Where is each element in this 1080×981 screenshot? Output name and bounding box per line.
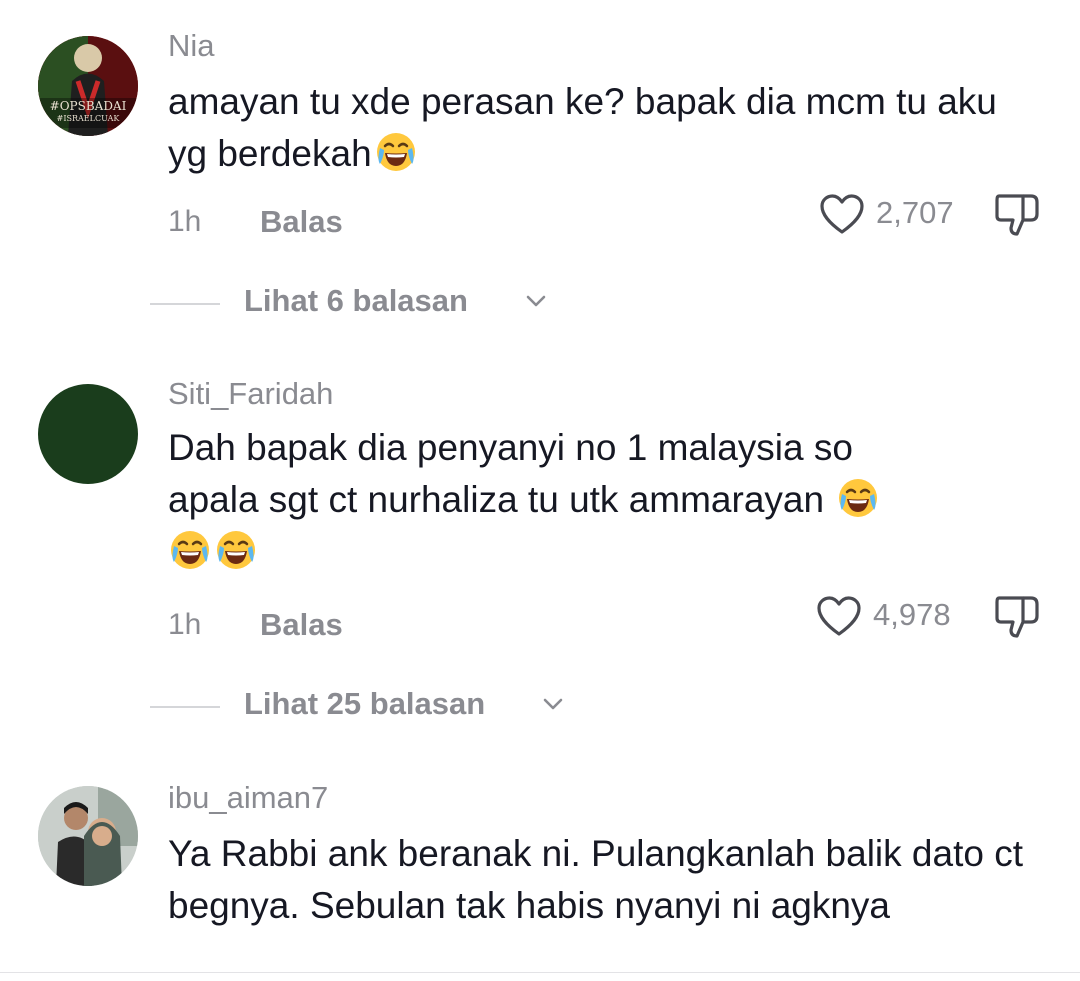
comment-text: Dah bapak dia penyanyi no 1 malaysia so … [168, 422, 1028, 578]
avatar[interactable] [38, 786, 138, 886]
comment-username[interactable]: ibu_aiman7 [168, 780, 328, 816]
comment-item: ibu_aiman7 Ya Rabbi ank beranak ni. Pula… [0, 740, 1080, 981]
comment-time: 1h [168, 205, 202, 238]
like-count: 4,978 [873, 597, 951, 632]
reply-button[interactable]: Balas [260, 204, 343, 240]
like-count: 2,707 [876, 195, 954, 230]
heart-outline-icon[interactable] [818, 192, 866, 236]
view-replies-label[interactable]: Lihat 25 balasan [244, 686, 485, 722]
view-replies-label[interactable]: Lihat 6 balasan [244, 283, 468, 319]
avatar-image [38, 786, 138, 886]
laughing-emoji-icon [374, 130, 418, 174]
avatar-text-2: #ISRAELCUAK [57, 114, 121, 123]
laughing-emoji-icon [836, 476, 880, 520]
bottom-divider [0, 972, 1080, 973]
comment-text: Ya Rabbi ank beranak ni. Pulangkanlah ba… [168, 833, 1023, 926]
replies-divider [150, 303, 220, 305]
comment-text: amayan tu xde perasan ke? bapak dia mcm … [168, 76, 1028, 180]
laughing-emoji-icon [214, 528, 258, 572]
avatar[interactable] [38, 384, 138, 484]
laughing-emoji-icon [168, 528, 212, 572]
comment-item: Siti_Faridah Dah bapak dia penyanyi no 1… [0, 340, 1080, 740]
comment-username[interactable]: Nia [168, 28, 215, 64]
comment-text-line: Dah bapak dia penyanyi no 1 malaysia so [168, 427, 853, 468]
avatar-image: #OPSBADAI #ISRAELCUAK [38, 36, 138, 136]
comment-text-line [168, 526, 1028, 578]
comment-time: 1h [168, 608, 202, 641]
chevron-down-icon[interactable] [542, 696, 564, 712]
heart-outline-icon[interactable] [815, 594, 863, 638]
avatar-text-1: #OPSBADAI [50, 99, 127, 113]
reply-button[interactable]: Balas [260, 607, 343, 643]
comment-item: #OPSBADAI #ISRAELCUAK Nia amayan tu xde … [0, 0, 1080, 340]
avatar[interactable]: #OPSBADAI #ISRAELCUAK [38, 36, 138, 136]
replies-divider [150, 706, 220, 708]
comment-text-body: amayan tu xde perasan ke? bapak dia mcm … [168, 81, 997, 174]
comment-text-line: apala sgt ct nurhaliza tu utk ammarayan [168, 474, 1028, 526]
chevron-down-icon[interactable] [525, 293, 547, 309]
thumbs-down-outline-icon[interactable] [993, 190, 1041, 240]
thumbs-down-outline-icon[interactable] [993, 592, 1041, 642]
comment-username[interactable]: Siti_Faridah [168, 376, 333, 412]
